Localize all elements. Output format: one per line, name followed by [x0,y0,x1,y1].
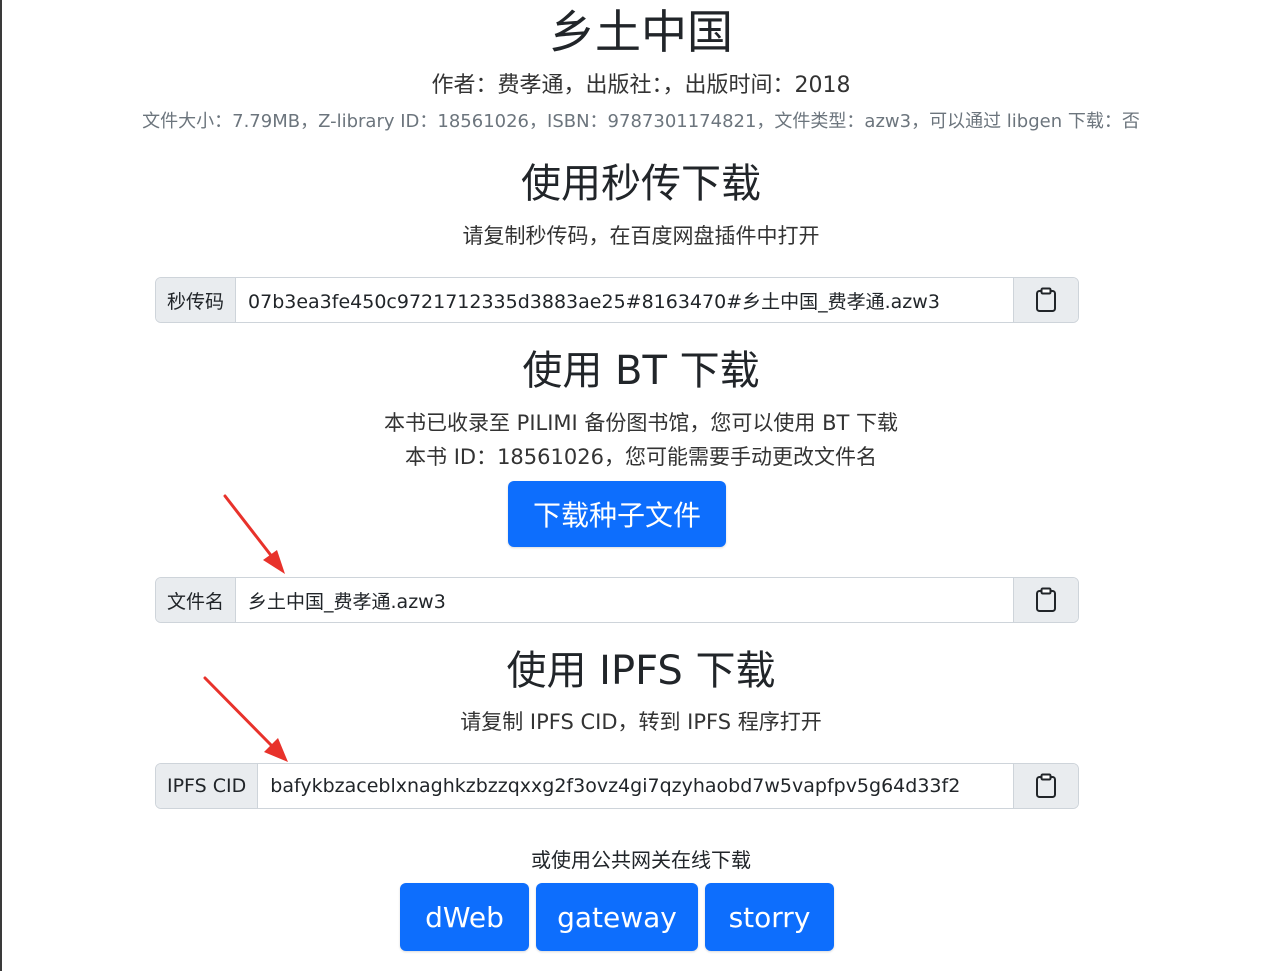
rapid-code-label: 秒传码 [156,278,237,322]
ipfs-hint: 请复制 IPFS CID，转到 IPFS 程序打开 [460,710,822,734]
copy-ipfs-cid-button[interactable] [1013,764,1078,808]
clipboard-icon [1036,773,1056,798]
copy-filename-button[interactable] [1013,578,1078,622]
gateway-dweb-button[interactable]: dWeb [400,883,529,951]
rapid-code-field[interactable]: 07b3ea3fe450c9721712335d3883ae25#8163470… [236,278,1013,322]
book-meta: 作者：费孝通，出版社：，出版时间：2018 [431,73,851,98]
ipfs-heading: 使用 IPFS 下载 [506,648,776,694]
gateway-gateway-button[interactable]: gateway [536,883,698,951]
page: 乡土中国 作者：费孝通，出版社：，出版时间：2018 文件大小：7.79MB，Z… [0,0,1280,971]
filename-field[interactable]: 乡土中国_费孝通.azw3 [236,578,1013,622]
red-arrow-icon [223,494,285,574]
rapid-code-group: 秒传码 07b3ea3fe450c9721712335d3883ae25#816… [155,277,1079,323]
ipfs-cid-group: IPFS CID bafykbzaceblxnaghkzbzzqxxg2f3ov… [155,763,1079,809]
rapid-hint: 请复制秒传码，在百度网盘插件中打开 [462,224,820,248]
rapid-heading: 使用秒传下载 [521,161,761,207]
book-title: 乡土中国 [549,5,733,59]
bt-heading: 使用 BT 下载 [522,348,760,394]
gateway-hint: 或使用公共网关在线下载 [531,848,751,872]
copy-rapid-code-button[interactable] [1013,278,1078,322]
ipfs-cid-field[interactable]: bafykbzaceblxnaghkzbzzqxxg2f3ovz4gi7qzyh… [258,764,1013,808]
clipboard-icon [1036,587,1056,612]
filename-group: 文件名 乡土中国_费孝通.azw3 [155,577,1079,623]
book-file-info: 文件大小：7.79MB，Z-library ID：18561026，ISBN：9… [142,111,1140,132]
gateway-storry-button[interactable]: storry [705,883,834,951]
ipfs-cid-label: IPFS CID [156,764,259,808]
filename-label: 文件名 [156,578,237,622]
download-torrent-button[interactable]: 下载种子文件 [508,481,726,547]
red-arrow-icon [203,676,288,762]
bt-line-2: 本书 ID：18561026，您可能需要手动更改文件名 [405,445,877,469]
bt-line-1: 本书已收录至 PILIMI 备份图书馆，您可以使用 BT 下载 [384,411,898,435]
clipboard-icon [1036,287,1056,312]
